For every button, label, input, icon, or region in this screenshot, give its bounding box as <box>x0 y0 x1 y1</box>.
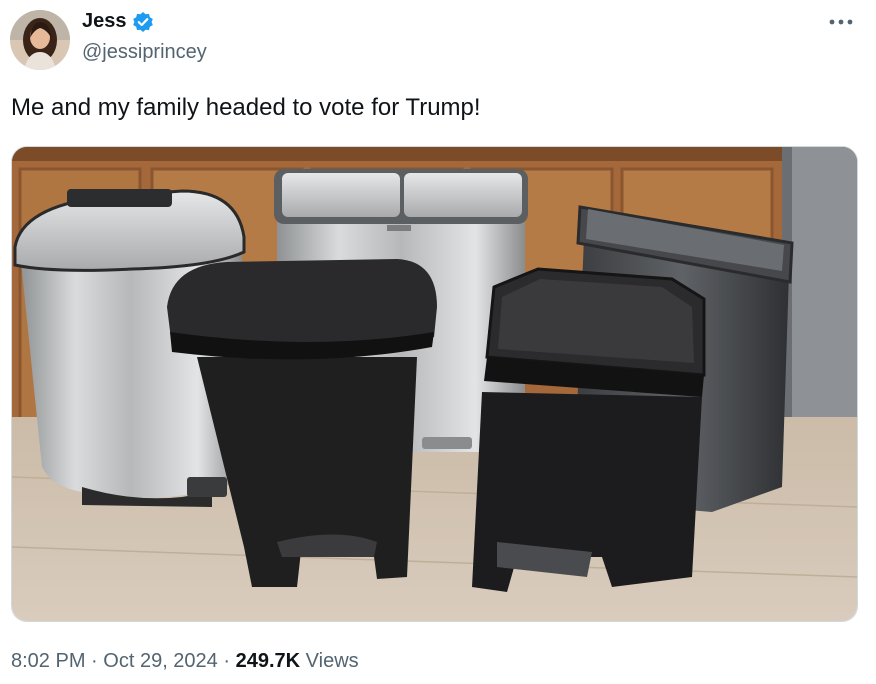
author-display-name[interactable]: Jess <box>82 10 127 33</box>
verified-badge-icon <box>132 11 154 33</box>
more-horizontal-icon <box>829 19 853 25</box>
avatar-image <box>10 10 70 70</box>
tweet-time[interactable]: 8:02 PM <box>11 650 85 672</box>
meta-separator: · <box>91 650 98 672</box>
trash-cans-photo <box>12 147 857 621</box>
meta-separator: · <box>223 650 231 672</box>
views-count[interactable]: 249.7K <box>236 650 301 672</box>
tweet-date[interactable]: Oct 29, 2024 <box>103 650 218 672</box>
tweet-text: Me and my family headed to vote for Trum… <box>11 94 481 121</box>
tweet-media-photo[interactable] <box>11 146 858 622</box>
more-options-button[interactable] <box>826 10 856 34</box>
author-handle[interactable]: @jessiprincey <box>82 41 207 64</box>
tweet-meta: 8:02 PM · Oct 29, 2024 · 249.7K Views <box>11 650 359 673</box>
views-label[interactable]: Views <box>306 650 359 672</box>
avatar[interactable] <box>10 10 70 70</box>
